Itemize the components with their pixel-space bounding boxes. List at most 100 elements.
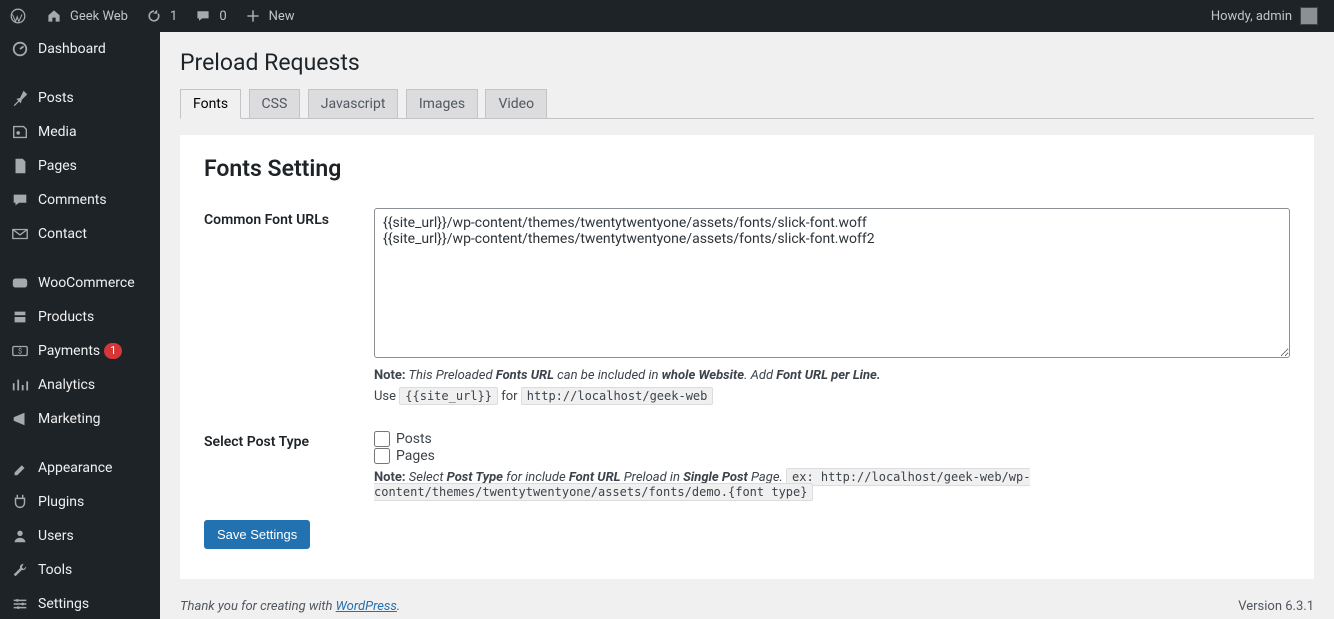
input-common-font-urls[interactable] — [374, 208, 1290, 358]
plus-icon — [243, 6, 263, 26]
tab-images[interactable]: Images — [406, 89, 478, 119]
sidebar-item-label: WooCommerce — [38, 275, 135, 291]
settings-panel: Fonts Setting Common Font URLs Note: Thi… — [180, 135, 1314, 579]
sidebar-item-media[interactable]: Media — [0, 115, 160, 149]
footer-version: Version 6.3.1 — [1238, 599, 1314, 614]
code-siteurl: {{site_url}} — [399, 387, 498, 405]
sidebar-item-label: Dashboard — [38, 41, 106, 57]
appearance-icon — [10, 458, 30, 478]
code-localhost: http://localhost/geek-web — [521, 387, 714, 405]
sidebar-item-label: Marketing — [38, 411, 101, 427]
media-icon — [10, 122, 30, 142]
section-title: Fonts Setting — [204, 155, 1290, 182]
pin-icon — [10, 88, 30, 108]
separator — [0, 441, 160, 446]
sidebar-item-label: Appearance — [38, 460, 112, 476]
label-select-post-type: Select Post Type — [204, 424, 374, 520]
settings-icon — [10, 594, 30, 614]
sidebar-item-analytics[interactable]: Analytics — [0, 368, 160, 402]
sidebar-item-label: Settings — [38, 596, 89, 612]
dashboard-icon — [10, 39, 30, 59]
woo-icon — [10, 273, 30, 293]
sidebar-item-pages[interactable]: Pages — [0, 149, 160, 183]
sidebar-item-label: Posts — [38, 90, 74, 106]
checkbox-posts[interactable] — [374, 431, 390, 447]
home-icon — [44, 6, 64, 26]
sidebar-item-payments[interactable]: $ Payments1 — [0, 334, 160, 368]
tab-css[interactable]: CSS — [249, 89, 301, 119]
tab-fonts[interactable]: Fonts — [180, 89, 241, 119]
plugin-icon — [10, 492, 30, 512]
sidebar-item-label: Media — [38, 124, 77, 140]
tab-bar: Fonts CSS Javascript Images Video — [180, 80, 1314, 119]
separator — [0, 256, 160, 261]
sidebar-item-dashboard[interactable]: Dashboard — [0, 32, 160, 66]
note-siteurl: Use {{site_url}} for http://localhost/ge… — [374, 389, 1290, 404]
svg-text:$: $ — [18, 347, 22, 356]
sidebar-item-label: Payments — [38, 343, 100, 359]
sidebar-item-plugins[interactable]: Plugins — [0, 485, 160, 519]
sidebar-item-tools[interactable]: Tools — [0, 553, 160, 587]
admin-menu: Dashboard Posts Media Pages Comments Con… — [0, 32, 160, 619]
wordpress-icon — [8, 6, 28, 26]
wp-logo[interactable] — [0, 0, 36, 32]
tab-video[interactable]: Video — [485, 89, 547, 119]
badge: 1 — [104, 343, 122, 359]
note-post-type: Note: Select Post Type for include Font … — [374, 470, 1290, 500]
products-icon — [10, 307, 30, 327]
footer: Thank you for creating with WordPress. V… — [160, 579, 1334, 619]
separator — [0, 71, 160, 76]
sidebar-item-label: Plugins — [38, 494, 84, 510]
comments-link[interactable]: 0 — [185, 0, 234, 32]
sidebar-item-users[interactable]: Users — [0, 519, 160, 553]
content-wrap: Preload Requests Fonts CSS Javascript Im… — [160, 32, 1334, 619]
payments-icon: $ — [10, 341, 30, 361]
comments-count: 0 — [219, 9, 226, 24]
site-name-link[interactable]: Geek Web — [36, 0, 136, 32]
new-label: New — [269, 9, 295, 24]
new-content-link[interactable]: New — [235, 0, 303, 32]
update-icon — [144, 6, 164, 26]
sidebar-item-label: Analytics — [38, 377, 95, 393]
checkbox-posts-label: Posts — [396, 431, 432, 447]
tools-icon — [10, 560, 30, 580]
sidebar-item-appearance[interactable]: Appearance — [0, 451, 160, 485]
checkbox-pages-label: Pages — [396, 448, 435, 464]
mail-icon — [10, 224, 30, 244]
sidebar-item-contact[interactable]: Contact — [0, 217, 160, 251]
sidebar-item-label: Pages — [38, 158, 77, 174]
comment-icon — [10, 190, 30, 210]
marketing-icon — [10, 409, 30, 429]
tab-javascript[interactable]: Javascript — [308, 89, 399, 119]
label-common-font-urls: Common Font URLs — [204, 202, 374, 424]
admin-bar: Geek Web 1 0 New Howdy, admin — [0, 0, 1334, 32]
sidebar-item-marketing[interactable]: Marketing — [0, 402, 160, 436]
note-prefix: Note: — [374, 368, 406, 383]
sidebar-item-label: Users — [38, 528, 74, 544]
sidebar-item-label: Comments — [38, 192, 107, 208]
site-name-text: Geek Web — [70, 9, 128, 24]
account-link[interactable]: Howdy, admin — [1203, 0, 1326, 32]
users-icon — [10, 526, 30, 546]
howdy-text: Howdy, admin — [1211, 9, 1292, 24]
updates-count: 1 — [170, 9, 177, 24]
page-icon — [10, 156, 30, 176]
note-fonts-url: Note: This Preloaded Fonts URL can be in… — [374, 368, 1290, 383]
analytics-icon — [10, 375, 30, 395]
sidebar-item-woocommerce[interactable]: WooCommerce — [0, 266, 160, 300]
checkbox-pages[interactable] — [374, 448, 390, 464]
sidebar-item-label: Tools — [38, 562, 72, 578]
sidebar-item-comments[interactable]: Comments — [0, 183, 160, 217]
sidebar-item-label: Contact — [38, 226, 87, 242]
comment-icon — [193, 6, 213, 26]
footer-wp-link[interactable]: WordPress — [336, 599, 397, 614]
sidebar-item-posts[interactable]: Posts — [0, 81, 160, 115]
save-settings-button[interactable]: Save Settings — [204, 520, 310, 549]
page-title: Preload Requests — [180, 40, 1314, 80]
sidebar-item-label: Products — [38, 309, 94, 325]
sidebar-item-products[interactable]: Products — [0, 300, 160, 334]
sidebar-item-settings[interactable]: Settings — [0, 587, 160, 619]
updates-link[interactable]: 1 — [136, 0, 185, 32]
avatar — [1300, 7, 1318, 25]
footer-thank: Thank you for creating with — [180, 599, 336, 614]
